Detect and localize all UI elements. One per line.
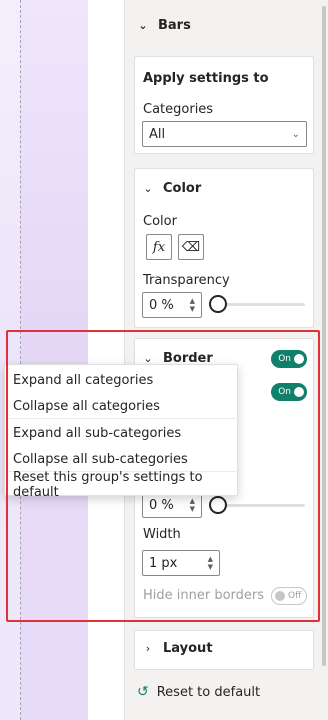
hide-inner-borders-toggle[interactable]: Off (271, 587, 307, 605)
stepper-arrows-icon[interactable]: ▲ ▼ (190, 297, 195, 313)
categories-dropdown-value: All (149, 126, 166, 142)
chevron-down-icon: ⌄ (143, 182, 153, 195)
chevron-down-icon: ⌄ (138, 18, 148, 32)
layout-card-title: Layout (163, 641, 213, 656)
layout-card-header[interactable]: › Layout (143, 641, 213, 656)
transparency-slider-thumb[interactable] (209, 295, 227, 313)
border-color-toggle[interactable]: On (271, 383, 307, 401)
hide-inner-toggle-label: Off (288, 591, 302, 601)
menu-item-collapse-all-categories[interactable]: Collapse all categories (5, 393, 239, 419)
fx-button[interactable]: fx (146, 234, 172, 260)
reset-to-default-button[interactable]: ↺ Reset to default (137, 684, 260, 700)
stepper-arrows-icon[interactable]: ▲ ▼ (208, 555, 213, 571)
fx-icon: fx (152, 239, 166, 255)
bars-section-title: Bars (158, 17, 191, 33)
apply-settings-title: Apply settings to (143, 71, 269, 86)
eraser-icon: ⌫ (181, 239, 201, 255)
reset-to-default-label: Reset to default (156, 684, 261, 700)
color-card-header[interactable]: ⌄ Color (143, 181, 201, 196)
transparency-stepper[interactable]: 0 % ▲ ▼ (142, 292, 202, 318)
chevron-right-icon: › (145, 642, 151, 655)
transparency-label: Transparency (143, 273, 230, 288)
eraser-button[interactable]: ⌫ (178, 234, 204, 260)
width-value: 1 px (149, 555, 178, 571)
bars-section-header[interactable]: ⌄ Bars (138, 14, 191, 36)
menu-item-expand-all-categories[interactable]: Expand all categories (5, 367, 239, 393)
transparency-value: 0 % (149, 297, 174, 313)
color-card-title: Color (163, 181, 202, 196)
pane-scrollbar[interactable] (320, 0, 328, 720)
report-canvas (0, 0, 88, 720)
border-color-toggle-label: On (278, 387, 291, 397)
width-label: Width (143, 527, 181, 542)
toggle-knob (275, 591, 285, 601)
categories-dropdown[interactable]: All ⌄ (142, 121, 307, 147)
menu-item-reset-group[interactable]: Reset this group's settings to default (5, 470, 239, 500)
border-toggle-label: On (278, 354, 291, 364)
color-label: Color (143, 214, 177, 229)
menu-item-collapse-all-sub-categories[interactable]: Collapse all sub-categories (5, 446, 239, 472)
layout-card[interactable]: › Layout (134, 630, 314, 670)
reset-icon: ↺ (137, 684, 149, 700)
border-toggle[interactable]: On (271, 350, 307, 368)
width-stepper[interactable]: 1 px ▲ ▼ (142, 550, 220, 576)
hide-inner-borders-label: Hide inner borders (143, 588, 265, 603)
menu-item-expand-all-sub-categories[interactable]: Expand all sub-categories (5, 420, 239, 446)
menu-separator (5, 418, 239, 419)
scrollbar-thumb[interactable] (322, 6, 326, 666)
toggle-knob (294, 354, 304, 364)
canvas-margin (88, 0, 124, 720)
categories-label: Categories (143, 102, 214, 117)
context-menu: Expand all categories Collapse all categ… (4, 364, 239, 500)
chevron-down-icon: ⌄ (291, 128, 300, 140)
toggle-knob (294, 387, 304, 397)
